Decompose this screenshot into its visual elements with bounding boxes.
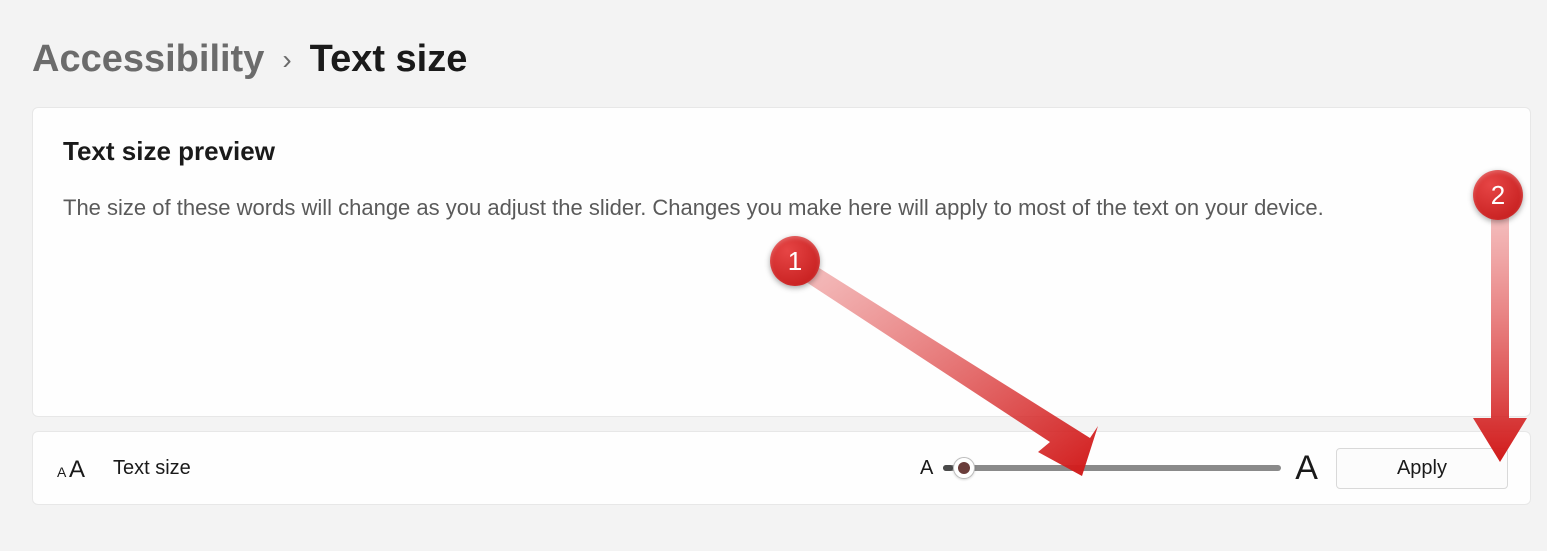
text-size-icon: A A: [55, 455, 95, 481]
slider-track: [943, 465, 1281, 471]
text-size-slider-card: A A Text size A A Apply: [32, 431, 1531, 505]
chevron-right-icon: ›: [282, 44, 291, 76]
text-size-slider[interactable]: [943, 457, 1281, 479]
annotation-badge-2: 2: [1473, 170, 1523, 220]
preview-title: Text size preview: [63, 136, 1500, 167]
svg-text:A: A: [69, 456, 85, 481]
preview-description: The size of these words will change as y…: [63, 193, 1500, 223]
breadcrumb-parent[interactable]: Accessibility: [32, 38, 264, 81]
slider-fill: [943, 465, 953, 471]
slider-thumb[interactable]: [953, 457, 975, 479]
svg-text:A: A: [57, 464, 67, 480]
breadcrumb: Accessibility › Text size: [0, 0, 1547, 81]
annotation-badge-1: 1: [770, 236, 820, 286]
slider-min-marker: A: [920, 457, 933, 480]
breadcrumb-current: Text size: [310, 38, 468, 81]
apply-button[interactable]: Apply: [1336, 448, 1508, 489]
slider-max-marker: A: [1295, 449, 1318, 488]
text-size-label: Text size: [113, 457, 191, 480]
